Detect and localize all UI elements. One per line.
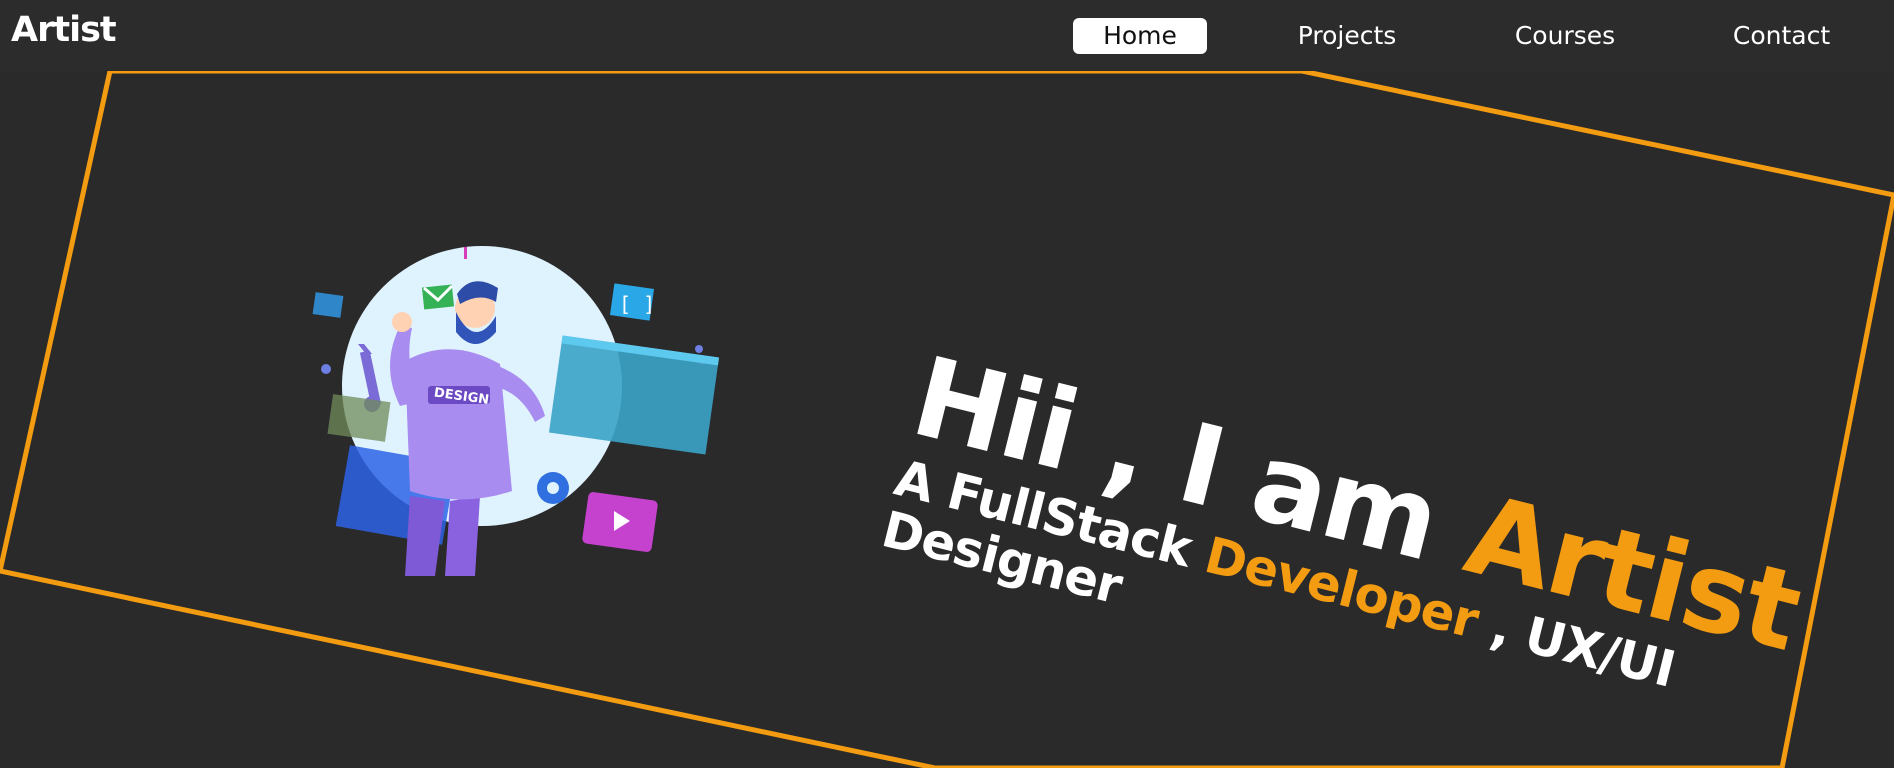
illustration-dot bbox=[321, 364, 331, 374]
illustration-square-blue bbox=[312, 292, 344, 318]
app-root: Artist Home Projects Courses Contact [ ] bbox=[0, 0, 1894, 768]
play-icon bbox=[582, 492, 658, 552]
nav-home[interactable]: Home bbox=[1073, 18, 1207, 54]
brand-logo[interactable]: Artist bbox=[11, 13, 117, 48]
svg-text:[ ]: [ ] bbox=[619, 292, 655, 316]
nav-projects[interactable]: Projects bbox=[1283, 18, 1411, 54]
illustration-tick bbox=[464, 247, 467, 259]
designer-illustration: [ ] DESIGN bbox=[312, 246, 720, 576]
hero-section: [ ] DESIGN Hii , I am Artist A FullStack… bbox=[0, 71, 1894, 768]
nav-courses[interactable]: Courses bbox=[1505, 18, 1625, 54]
gear-icon bbox=[537, 472, 569, 504]
mail-icon bbox=[421, 284, 455, 310]
top-navbar: Artist Home Projects Courses Contact bbox=[0, 0, 1894, 71]
illustration-dot bbox=[695, 345, 703, 353]
nav-contact[interactable]: Contact bbox=[1725, 18, 1838, 54]
illustration-card-green bbox=[327, 394, 391, 442]
code-bracket-icon: [ ] bbox=[609, 283, 655, 321]
